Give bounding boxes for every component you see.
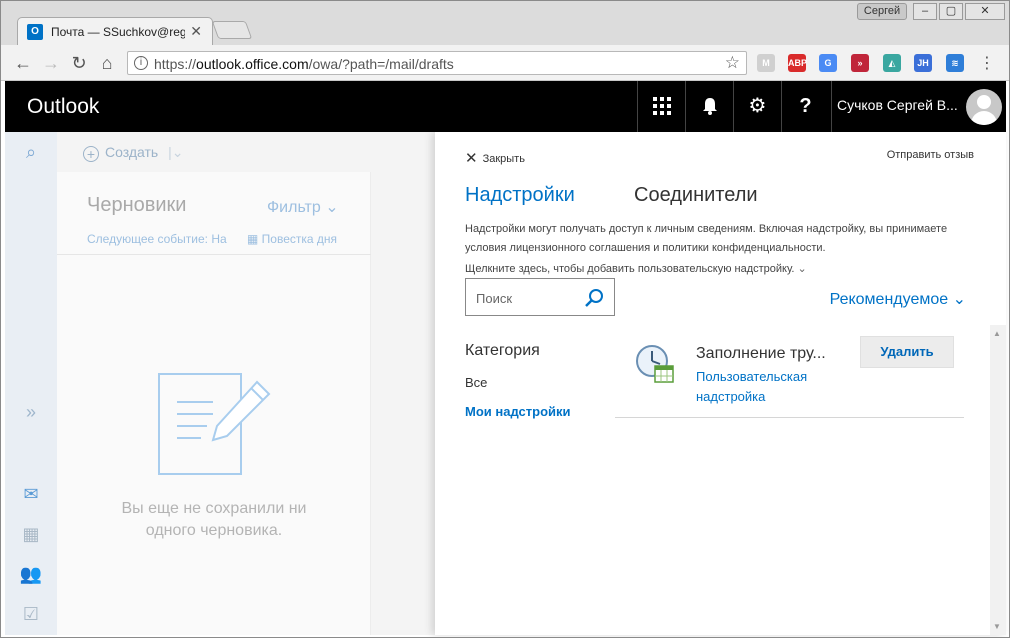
addin-name[interactable]: Заполнение тру... bbox=[696, 345, 826, 363]
plus-icon: + bbox=[83, 146, 99, 162]
settings-gear-icon[interactable]: ⚙ bbox=[733, 81, 781, 132]
brand-title[interactable]: Outlook bbox=[27, 95, 99, 119]
bookmark-star-icon[interactable]: ☆ bbox=[725, 53, 740, 73]
chevron-down-icon: ⌄ bbox=[325, 199, 339, 216]
scroll-up-icon[interactable]: ▲ bbox=[993, 329, 1001, 338]
mail-icon[interactable]: ✉ bbox=[19, 482, 43, 506]
category-heading: Категория bbox=[465, 342, 540, 359]
forward-arrow-icon[interactable]: → bbox=[41, 53, 61, 73]
close-panel-button[interactable]: ✕ Закрыть bbox=[465, 149, 525, 167]
browser-window: O Почта — SSuchkov@reg ✕ Сергей – ▢ ✕ ← … bbox=[0, 0, 1010, 638]
notifications-bell-icon[interactable] bbox=[685, 81, 733, 132]
minimize-button[interactable]: – bbox=[913, 3, 937, 20]
home-icon[interactable]: ⌂ bbox=[97, 53, 117, 73]
outlook-header: Outlook ⚙ ? Сучков Сергей В... bbox=[5, 81, 1006, 132]
agenda-button[interactable]: ▦ Повестка дня bbox=[247, 232, 337, 246]
vpn-ext-icon[interactable]: ◭ bbox=[883, 54, 901, 72]
search-icon[interactable]: ⌕ bbox=[19, 140, 43, 164]
panel-scrollbar[interactable]: ▲ ▼ bbox=[990, 325, 1006, 635]
user-name: Сучков Сергей В... bbox=[837, 97, 958, 113]
people-icon[interactable]: 👥 bbox=[19, 562, 43, 586]
tasks-icon[interactable]: ☑ bbox=[19, 602, 43, 626]
url-path: /owa/?path=/mail/drafts bbox=[308, 56, 454, 72]
custom-link-label: Щелкните здесь, чтобы добавить пользоват… bbox=[465, 263, 795, 275]
search-icon[interactable] bbox=[584, 288, 604, 308]
jh-ext-icon[interactable]: JH bbox=[914, 54, 932, 72]
agenda-label: Повестка дня bbox=[261, 232, 338, 246]
adblock-ext-icon[interactable]: ABP bbox=[788, 54, 807, 72]
feedback-link[interactable]: Отправить отзыв bbox=[887, 149, 974, 161]
tab-title: Почта — SSuchkov@reg bbox=[51, 25, 185, 39]
app-launcher-icon[interactable] bbox=[637, 81, 685, 132]
create-button[interactable]: + Создать |⌄ bbox=[83, 144, 183, 162]
close-window-button[interactable]: ✕ bbox=[965, 3, 1005, 20]
layers-ext-icon[interactable]: ≋ bbox=[946, 54, 964, 72]
avatar bbox=[966, 89, 1002, 125]
search-placeholder: Поиск bbox=[476, 291, 513, 306]
command-bar: + Создать |⌄ bbox=[57, 132, 435, 172]
next-event-link[interactable]: Следующее событие: На bbox=[87, 232, 227, 246]
tab-connectors[interactable]: Соединители bbox=[634, 184, 758, 207]
chevron-down-icon: ⌄ bbox=[952, 291, 966, 308]
document-pencil-icon bbox=[158, 373, 271, 475]
divider bbox=[57, 254, 371, 255]
remove-addin-button[interactable]: Удалить bbox=[860, 336, 954, 368]
addin-search-input[interactable]: Поиск bbox=[465, 278, 615, 316]
reload-icon[interactable]: ↻ bbox=[69, 53, 89, 73]
url-scheme: https:// bbox=[154, 56, 197, 72]
outlook-favicon-icon: O bbox=[27, 24, 43, 40]
forward-ext-icon[interactable]: » bbox=[851, 54, 869, 72]
calendar-icon[interactable]: ▦ bbox=[19, 522, 43, 546]
sort-label: Рекомендуемое bbox=[829, 291, 949, 308]
new-tab-button[interactable] bbox=[211, 21, 253, 39]
chevron-down-icon: ⌄ bbox=[797, 263, 807, 275]
empty-state-text: Вы еще не сохранили ни одного черновика. bbox=[121, 500, 307, 539]
tab-close-icon[interactable]: ✕ bbox=[190, 23, 202, 40]
filter-label: Фильтр bbox=[267, 199, 321, 216]
back-arrow-icon[interactable]: ← bbox=[13, 53, 33, 73]
chevron-down-icon[interactable]: |⌄ bbox=[168, 144, 183, 160]
url-host: outlook.office.com bbox=[196, 56, 309, 72]
message-list-pane: Черновики Фильтр ⌄ Следующее событие: На… bbox=[57, 172, 371, 635]
gmail-ext-icon[interactable]: M bbox=[757, 54, 775, 72]
timesheet-addin-icon bbox=[636, 345, 674, 383]
expand-chevron-icon[interactable]: » bbox=[19, 400, 43, 424]
close-label: Закрыть bbox=[482, 153, 525, 165]
addin-type-link[interactable]: Пользовательская надстройка bbox=[696, 367, 836, 407]
calendar-small-icon: ▦ bbox=[247, 232, 262, 246]
empty-drafts-illustration bbox=[157, 372, 277, 487]
filter-button[interactable]: Фильтр ⌄ bbox=[267, 197, 339, 217]
translate-ext-icon[interactable]: G bbox=[819, 54, 837, 72]
profile-badge[interactable]: Сергей bbox=[857, 3, 907, 20]
browser-tab-active[interactable]: O Почта — SSuchkov@reg ✕ bbox=[17, 17, 213, 45]
create-label: Создать bbox=[105, 144, 159, 160]
close-icon: ✕ bbox=[465, 150, 478, 167]
left-rail: ⌕ » ✉ ▦ 👥 ☑ bbox=[5, 132, 57, 635]
tab-strip: O Почта — SSuchkov@reg ✕ Сергей – ▢ ✕ bbox=[1, 1, 1009, 45]
url-text: https://outlook.office.com/owa/?path=/ma… bbox=[154, 56, 454, 72]
panel-description: Надстройки могут получать доступ к личны… bbox=[465, 223, 948, 254]
help-question-icon[interactable]: ? bbox=[781, 81, 829, 132]
bell-icon bbox=[702, 98, 717, 115]
addin-list-item: Заполнение тру... Пользовательская надст… bbox=[615, 332, 964, 418]
add-custom-addin-link[interactable]: Щелкните здесь, чтобы добавить пользоват… bbox=[465, 262, 807, 275]
user-account-button[interactable]: Сучков Сергей В... bbox=[831, 81, 1006, 132]
category-my-addins[interactable]: Мои надстройки bbox=[465, 404, 571, 419]
address-bar[interactable]: i https://outlook.office.com/owa/?path=/… bbox=[127, 51, 747, 75]
browser-menu-icon[interactable]: ⋮ bbox=[979, 53, 995, 73]
scroll-down-icon[interactable]: ▼ bbox=[993, 622, 1001, 631]
category-all[interactable]: Все bbox=[465, 375, 487, 390]
tab-addins[interactable]: Надстройки bbox=[465, 184, 575, 207]
site-info-icon[interactable]: i bbox=[134, 56, 148, 70]
maximize-button[interactable]: ▢ bbox=[939, 3, 963, 20]
browser-toolbar: ← → ↻ ⌂ i https://outlook.office.com/owa… bbox=[1, 45, 1009, 81]
folder-title: Черновики bbox=[87, 194, 187, 216]
waffle-icon bbox=[652, 97, 671, 115]
sort-dropdown[interactable]: Рекомендуемое ⌄ bbox=[830, 289, 966, 309]
addins-panel: ✕ Закрыть Отправить отзыв Надстройки Соед… bbox=[435, 132, 1006, 635]
